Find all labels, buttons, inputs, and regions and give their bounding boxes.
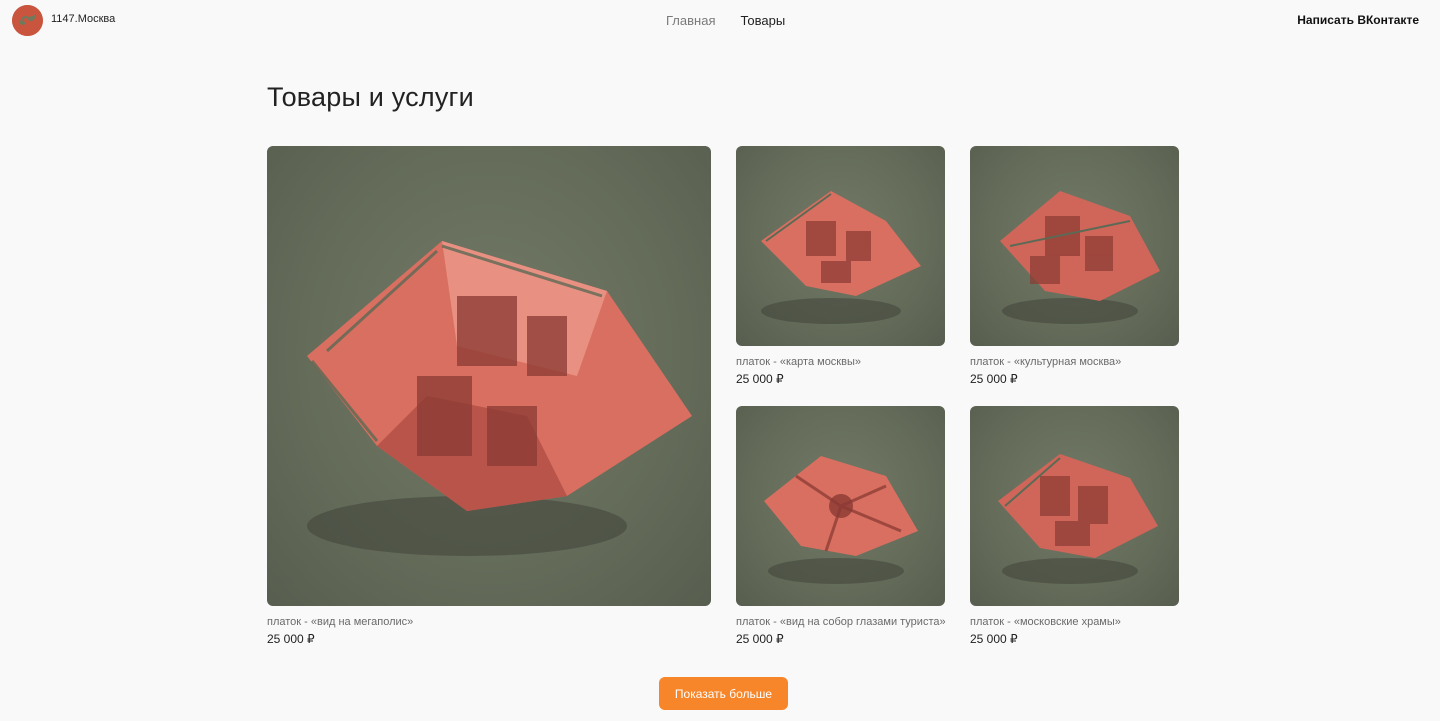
nav-goods-link[interactable]: Товары — [740, 13, 785, 28]
product-image[interactable] — [970, 406, 1179, 606]
product-image[interactable] — [736, 146, 945, 346]
product-price: 25 000 ₽ — [970, 372, 1018, 386]
product-image[interactable] — [736, 406, 945, 606]
product-price: 25 000 ₽ — [267, 632, 315, 646]
header: 1147.Москва Главная Товары Написать ВКон… — [0, 0, 1440, 40]
product-card[interactable]: платок - «вид на мегаполис» 25 000 ₽ — [267, 146, 711, 646]
contact-vk-link[interactable]: Написать ВКонтакте — [1297, 13, 1419, 27]
product-name[interactable]: платок - «культурная москва» — [970, 356, 1179, 368]
page-title: Товары и услуги — [267, 82, 474, 112]
product-card[interactable]: платок - «карта москвы» 25 000 ₽ — [736, 146, 945, 386]
product-card[interactable]: платок - «культурная москва» 25 000 ₽ — [970, 146, 1179, 386]
product-name[interactable]: платок - «вид на мегаполис» — [267, 616, 711, 628]
product-price: 25 000 ₽ — [736, 372, 784, 386]
main-nav: Главная Товары — [666, 13, 785, 28]
product-card[interactable]: платок - «московские храмы» 25 000 ₽ — [970, 406, 1179, 646]
product-price: 25 000 ₽ — [736, 632, 784, 646]
brand-name[interactable]: 1147.Москва — [51, 13, 115, 25]
product-image[interactable] — [267, 146, 711, 606]
logo[interactable] — [12, 5, 43, 36]
product-name[interactable]: платок - «карта москвы» — [736, 356, 945, 368]
product-image[interactable] — [970, 146, 1179, 346]
product-name[interactable]: платок - «вид на собор глазами туриста» — [736, 616, 946, 628]
product-name[interactable]: платок - «московские храмы» — [970, 616, 1179, 628]
product-card[interactable]: платок - «вид на собор глазами туриста» … — [736, 406, 946, 646]
show-more-button[interactable]: Показать больше — [659, 677, 788, 710]
nav-home-link[interactable]: Главная — [666, 13, 715, 28]
product-price: 25 000 ₽ — [970, 632, 1018, 646]
